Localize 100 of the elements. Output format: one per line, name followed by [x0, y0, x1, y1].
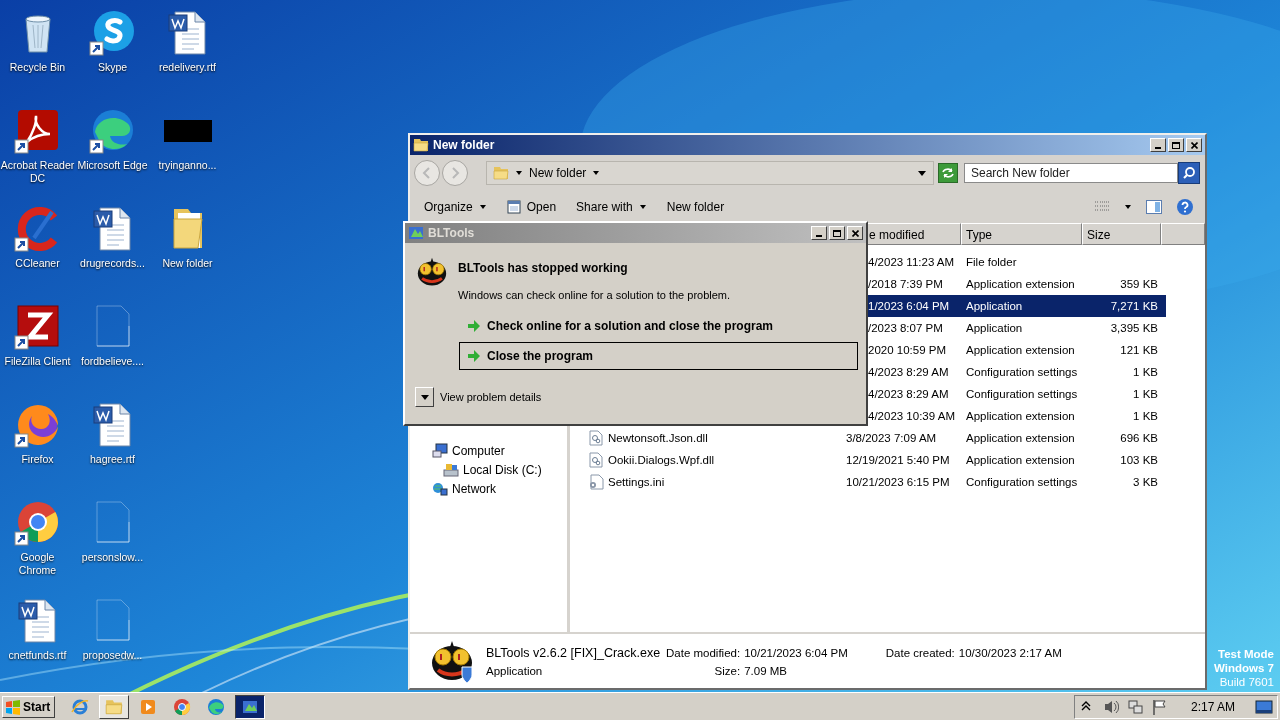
desktop-icon[interactable]: drugrecords...: [75, 200, 150, 270]
nav-item[interactable]: Network: [432, 479, 496, 498]
desktop-icon[interactable]: cnetfunds.rtf: [0, 592, 75, 662]
size-cell-text: 3 KB: [1132, 476, 1159, 488]
refresh-button[interactable]: [938, 163, 958, 183]
desktop-icon[interactable]: Firefox: [0, 396, 75, 466]
desktop-icon[interactable]: proposedw...: [75, 592, 150, 662]
window-icon: [506, 200, 521, 214]
date-cell-text: 12/19/2021 5:40 PM: [845, 454, 951, 466]
close-icon: [1190, 141, 1198, 149]
type-cell-text: Application: [965, 300, 1024, 312]
size-cell-text: 121 KB: [1119, 344, 1159, 356]
close-icon: [851, 229, 859, 237]
desktop-icon[interactable]: FileZilla Client: [0, 298, 75, 368]
network-icon: [432, 480, 448, 497]
preview-pane-icon: [1146, 200, 1162, 214]
dropdown-icon: [917, 169, 927, 177]
computer-icon: [432, 442, 448, 459]
date-cell-text: /2023 8:07 PM: [867, 322, 944, 334]
file-row[interactable]: Settings.ini 10/21/2023 6:15 PM Configuration settings 3 KB: [578, 471, 1166, 493]
toolbar-button[interactable]: Organize: [416, 197, 495, 217]
list-view-icon: [1094, 200, 1110, 214]
desktop-icon[interactable]: Recycle Bin: [0, 4, 75, 74]
clock[interactable]: 2:17 AM: [1190, 699, 1235, 714]
browser-icon: [173, 697, 192, 716]
os-notice-text: Windows 7: [1214, 661, 1274, 675]
date-cell-text: /2018 7:39 PM: [867, 278, 944, 290]
column-header[interactable]: [1161, 223, 1205, 245]
minimize-icon: [1155, 147, 1161, 149]
app-icon: [408, 225, 424, 241]
desktop-icon[interactable]: Skype: [75, 4, 150, 74]
caret-icon: [478, 203, 487, 211]
taskbar-button[interactable]: [235, 694, 266, 719]
desktop-icon: [1255, 699, 1273, 714]
os-notice-text: Build 7601: [1219, 675, 1274, 689]
minimize-icon: [816, 235, 822, 237]
command-link[interactable]: Close the program: [459, 342, 858, 370]
file-name: BLTools v2.6.2 [FIX]_Crack.exe: [486, 645, 662, 660]
size-cell-text: 1 KB: [1132, 410, 1159, 422]
field-value: 10/21/2023 6:04 PM: [744, 646, 848, 659]
date-cell-text: 1/2023 6:04 PM: [867, 300, 951, 312]
refresh-icon: [941, 167, 955, 179]
folder-icon: [413, 137, 429, 153]
column-header[interactable]: Size: [1082, 223, 1161, 245]
desktop-icon[interactable]: New folder: [150, 200, 225, 270]
size-cell-text: 103 KB: [1119, 454, 1159, 466]
desktop-icon[interactable]: Acrobat Reader DC: [0, 102, 75, 185]
os-notice-text: Test Mode: [1218, 647, 1274, 661]
field-label: Size:: [713, 664, 741, 677]
toolbar-button[interactable]: Share with: [568, 197, 655, 217]
type-cell-text: File folder: [965, 256, 1018, 268]
breadcrumb-item[interactable]: New folder: [529, 166, 587, 180]
folder-icon: [493, 165, 509, 181]
column-header[interactable]: Type: [961, 223, 1082, 245]
type-cell-text: Configuration settings: [965, 476, 1079, 488]
windows-logo-icon: [5, 698, 21, 715]
details-link[interactable]: View problem details: [440, 391, 542, 403]
search-field[interactable]: Search New folder: [964, 163, 1178, 183]
file-name: Settings.ini: [608, 476, 665, 488]
nav-item[interactable]: Computer: [432, 441, 505, 460]
start-button[interactable]: Start: [2, 695, 56, 718]
size-cell-text: 359 KB: [1119, 278, 1159, 290]
close-button[interactable]: [1186, 138, 1202, 152]
desktop-icon[interactable]: personslow...: [75, 494, 150, 564]
type-cell-text: Application extension: [965, 454, 1076, 466]
date-cell-text: 4/2023 8:29 AM: [867, 388, 950, 400]
desktop-icon[interactable]: hagree.rtf: [75, 396, 150, 466]
caret-icon: [638, 203, 647, 211]
type-cell-text: Application: [965, 322, 1024, 334]
date-cell-text: 4/2023 11:23 AM: [867, 256, 956, 268]
desktop-icon[interactable]: Microsoft Edge: [75, 102, 150, 172]
nav-item[interactable]: Local Disk (C:): [443, 460, 542, 479]
search-button[interactable]: [1178, 162, 1200, 184]
date-cell-text: 2020 10:59 PM: [867, 344, 947, 356]
expand-button[interactable]: [415, 387, 434, 407]
file-row[interactable]: Newtonsoft.Json.dll 3/8/2023 7:09 AM Application extension 696 KB: [578, 427, 1166, 449]
type-cell-text: Application extension: [965, 432, 1076, 444]
arrow-icon: [467, 349, 481, 363]
show-desktop-button[interactable]: [1253, 699, 1275, 714]
window-title: BLTools: [428, 226, 475, 240]
toolbar-button[interactable]: Open: [498, 197, 565, 217]
file-row[interactable]: Ookii.Dialogs.Wpf.dll 12/19/2021 5:40 PM Application extension 103 KB: [578, 449, 1166, 471]
file-name: Ookii.Dialogs.Wpf.dll: [608, 454, 715, 466]
size-cell-text: 696 KB: [1119, 432, 1159, 444]
desktop-icon[interactable]: tryinganno...: [150, 102, 225, 172]
flag-icon: [1150, 697, 1167, 716]
desktop-icon[interactable]: Google Chrome: [0, 494, 75, 577]
disk-icon: [443, 461, 459, 478]
desktop-icon[interactable]: CCleaner: [0, 200, 75, 270]
desktop-icon[interactable]: fordbelieve....: [75, 298, 150, 368]
maximize-button[interactable]: [1168, 138, 1184, 152]
type-cell-text: Configuration settings: [965, 366, 1079, 378]
caret-icon: [1124, 203, 1132, 211]
toolbar-button[interactable]: New folder: [658, 197, 733, 217]
desktop-icon[interactable]: redelivery.rtf: [150, 4, 225, 74]
type-cell-text: Application extension: [965, 278, 1076, 290]
minimize-button[interactable]: [1150, 138, 1166, 152]
address-bar[interactable]: New folder: [486, 161, 934, 185]
field-label: Date modified:: [666, 646, 741, 659]
size-cell-text: 7,271 KB: [1109, 300, 1159, 312]
